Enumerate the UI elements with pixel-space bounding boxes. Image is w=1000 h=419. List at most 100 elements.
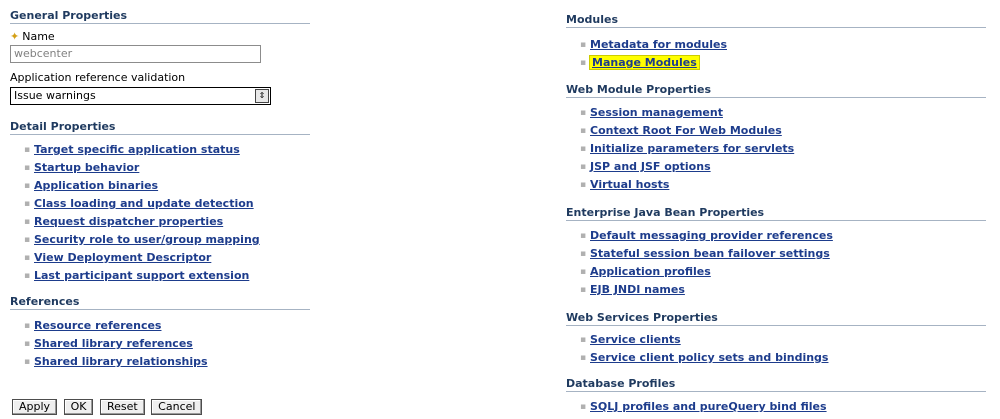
link-application-binaries[interactable]: Application binaries (34, 179, 158, 192)
modules-heading: Modules (566, 13, 986, 28)
database-list: ▪ SQLJ profiles and pureQuery bind files (566, 398, 827, 416)
list-item: ▪ Class loading and update detection (10, 195, 260, 213)
database-profiles-heading: Database Profiles (566, 377, 986, 392)
bullet-icon: ▪ (580, 249, 587, 259)
link-sqlj-profiles[interactable]: SQLJ profiles and pureQuery bind files (590, 400, 827, 413)
reset-button[interactable]: Reset (99, 399, 145, 415)
bullet-icon: ▪ (580, 108, 587, 118)
link-default-messaging-provider[interactable]: Default messaging provider references (590, 229, 833, 242)
general-properties-heading: General Properties (10, 9, 310, 24)
bullet-icon: ▪ (580, 353, 587, 363)
link-session-management[interactable]: Session management (590, 106, 723, 119)
list-item: ▪ Application profiles (566, 263, 833, 281)
name-input[interactable]: webcenter (10, 45, 261, 63)
link-target-status[interactable]: Target specific application status (34, 143, 240, 156)
list-item: ▪ Stateful session bean failover settings (566, 245, 833, 263)
bullet-icon: ▪ (580, 40, 587, 50)
link-virtual-hosts[interactable]: Virtual hosts (590, 178, 669, 191)
list-item: ▪ Virtual hosts (566, 176, 794, 194)
bullet-icon: ▪ (24, 321, 31, 331)
bullet-icon: ▪ (24, 253, 31, 263)
ok-button[interactable]: OK (63, 399, 94, 415)
list-item: ▪ Shared library references (10, 335, 208, 353)
list-item: ▪ Resource references (10, 317, 208, 335)
link-resource-references[interactable]: Resource references (34, 319, 161, 332)
list-item: ▪ Initialize parameters for servlets (566, 140, 794, 158)
bullet-icon: ▪ (580, 285, 587, 295)
list-item: ▪ SQLJ profiles and pureQuery bind files (566, 398, 827, 416)
link-security-role[interactable]: Security role to user/group mapping (34, 233, 260, 246)
button-bar: Apply OK Reset Cancel (12, 399, 205, 415)
bullet-icon: ▪ (24, 357, 31, 367)
list-item: ▪ Request dispatcher properties (10, 213, 260, 231)
bullet-icon: ▪ (24, 145, 31, 155)
link-application-profiles[interactable]: Application profiles (590, 265, 711, 278)
list-item: ▪ Service clients (566, 331, 828, 349)
bullet-icon: ▪ (580, 335, 587, 345)
ejb-list: ▪ Default messaging provider references ▪… (566, 227, 833, 299)
chevron-updown-icon: ⇕ (255, 89, 269, 103)
bullet-icon: ▪ (580, 58, 587, 68)
bullet-icon: ▪ (24, 217, 31, 227)
list-item: ▪ View Deployment Descriptor (10, 249, 260, 267)
list-item: ▪ Manage Modules (566, 54, 727, 72)
bullet-icon: ▪ (24, 181, 31, 191)
link-ejb-jndi-names[interactable]: EJB JNDI names (590, 283, 685, 296)
list-item: ▪ Shared library relationships (10, 353, 208, 371)
web-module-properties-heading: Web Module Properties (566, 83, 986, 98)
link-shared-library-references[interactable]: Shared library references (34, 337, 193, 350)
cancel-button[interactable]: Cancel (151, 399, 203, 415)
link-stateful-session-bean[interactable]: Stateful session bean failover settings (590, 247, 830, 260)
link-initialize-parameters[interactable]: Initialize parameters for servlets (590, 142, 794, 155)
detail-properties-list: ▪ Target specific application status ▪ Sta… (10, 141, 260, 285)
link-metadata-for-modules[interactable]: Metadata for modules (590, 38, 727, 51)
list-item: ▪ Startup behavior (10, 159, 260, 177)
web-module-list: ▪ Session management ▪ Context Root For We… (566, 104, 794, 194)
link-context-root[interactable]: Context Root For Web Modules (590, 124, 782, 137)
bullet-icon: ▪ (580, 180, 587, 190)
list-item: ▪ Target specific application status (10, 141, 260, 159)
list-item: ▪ Service client policy sets and bindings (566, 349, 828, 367)
name-label: ✦ Name (10, 30, 55, 44)
references-list: ▪ Resource references ▪ Shared library ref… (10, 317, 208, 371)
link-view-deployment-descriptor[interactable]: View Deployment Descriptor (34, 251, 211, 264)
bullet-icon: ▪ (580, 267, 587, 277)
ejb-properties-heading: Enterprise Java Bean Properties (566, 206, 986, 221)
list-item: ▪ Application binaries (10, 177, 260, 195)
list-item: ▪ Metadata for modules (566, 36, 727, 54)
list-item: ▪ Session management (566, 104, 794, 122)
link-service-client-policy-sets[interactable]: Service client policy sets and bindings (590, 351, 828, 364)
apply-button[interactable]: Apply (12, 399, 58, 415)
link-class-loading[interactable]: Class loading and update detection (34, 197, 254, 210)
list-item: ▪ Default messaging provider references (566, 227, 833, 245)
link-shared-library-relationships[interactable]: Shared library relationships (34, 355, 208, 368)
bullet-icon: ▪ (24, 235, 31, 245)
link-service-clients[interactable]: Service clients (590, 333, 681, 346)
link-last-participant[interactable]: Last participant support extension (34, 269, 249, 282)
bullet-icon: ▪ (24, 271, 31, 281)
bullet-icon: ▪ (580, 144, 587, 154)
web-services-list: ▪ Service clients ▪ Service client policy … (566, 331, 828, 367)
list-item: ▪ Context Root For Web Modules (566, 122, 794, 140)
references-heading: References (10, 295, 310, 310)
list-item: ▪ EJB JNDI names (566, 281, 833, 299)
list-item: ▪ JSP and JSF options (566, 158, 794, 176)
link-startup-behavior[interactable]: Startup behavior (34, 161, 139, 174)
bullet-icon: ▪ (580, 402, 587, 412)
bullet-icon: ▪ (580, 126, 587, 136)
required-icon: ✦ (10, 30, 20, 43)
modules-list: ▪ Metadata for modules ▪ Manage Modules (566, 36, 727, 72)
bullet-icon: ▪ (24, 163, 31, 173)
link-manage-modules[interactable]: Manage Modules (589, 55, 700, 70)
list-item: ▪ Last participant support extension (10, 267, 260, 285)
web-services-properties-heading: Web Services Properties (566, 311, 986, 326)
validation-select[interactable]: Issue warnings ⇕ (10, 87, 271, 105)
name-label-text: Name (22, 30, 55, 43)
bullet-icon: ▪ (24, 199, 31, 209)
link-jsp-jsf-options[interactable]: JSP and JSF options (590, 160, 711, 173)
link-request-dispatcher[interactable]: Request dispatcher properties (34, 215, 223, 228)
validation-label: Application reference validation (10, 71, 186, 84)
list-item: ▪ Security role to user/group mapping (10, 231, 260, 249)
bullet-icon: ▪ (580, 231, 587, 241)
validation-selected-value: Issue warnings (14, 89, 96, 102)
